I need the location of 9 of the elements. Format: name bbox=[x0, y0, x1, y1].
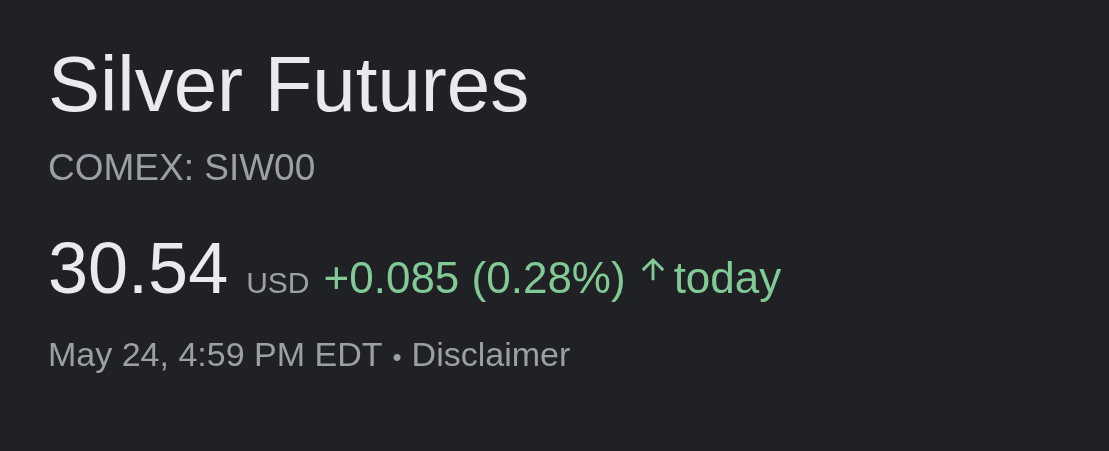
price-change: +0.085 (0.28%) bbox=[323, 252, 626, 304]
price: 30.54 bbox=[48, 227, 229, 310]
change-period: today bbox=[673, 252, 782, 304]
timestamp: May 24, 4:59 PM EDT bbox=[48, 334, 383, 375]
currency: USD bbox=[246, 265, 310, 301]
disclaimer-link[interactable]: Disclaimer bbox=[411, 329, 571, 380]
exchange-symbol: COMEX: SIW00 bbox=[48, 146, 317, 190]
quote-title: Silver Futures bbox=[48, 39, 531, 130]
separator-dot: • bbox=[392, 341, 402, 374]
